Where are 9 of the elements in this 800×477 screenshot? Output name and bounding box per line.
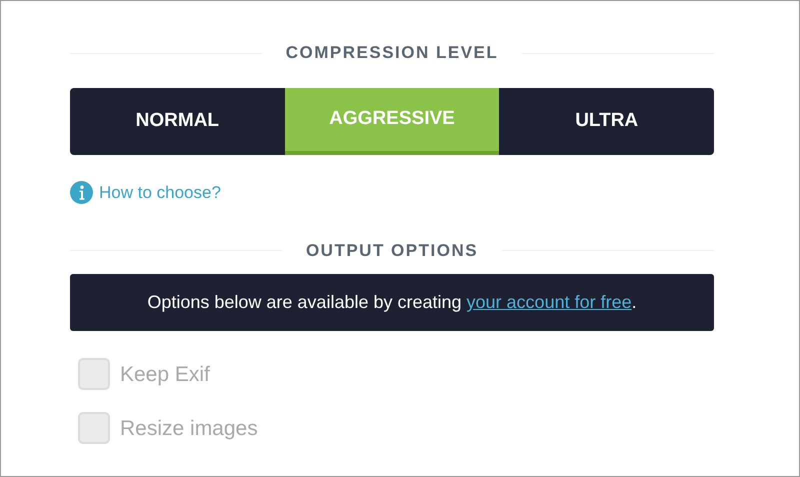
option-label: Resize images — [120, 416, 258, 442]
section-heading: OUTPUT OPTIONS — [306, 240, 478, 262]
section-heading: COMPRESSION LEVEL — [286, 42, 498, 64]
account-link[interactable]: your account for free — [466, 292, 632, 312]
info-icon — [70, 181, 93, 204]
level-tab[interactable]: ULTRA — [499, 88, 714, 155]
notice-text: Options below are available by creating your account for free. — [147, 291, 637, 314]
option-label: Keep Exif — [120, 362, 210, 388]
level-tab[interactable]: NORMAL — [70, 88, 285, 155]
